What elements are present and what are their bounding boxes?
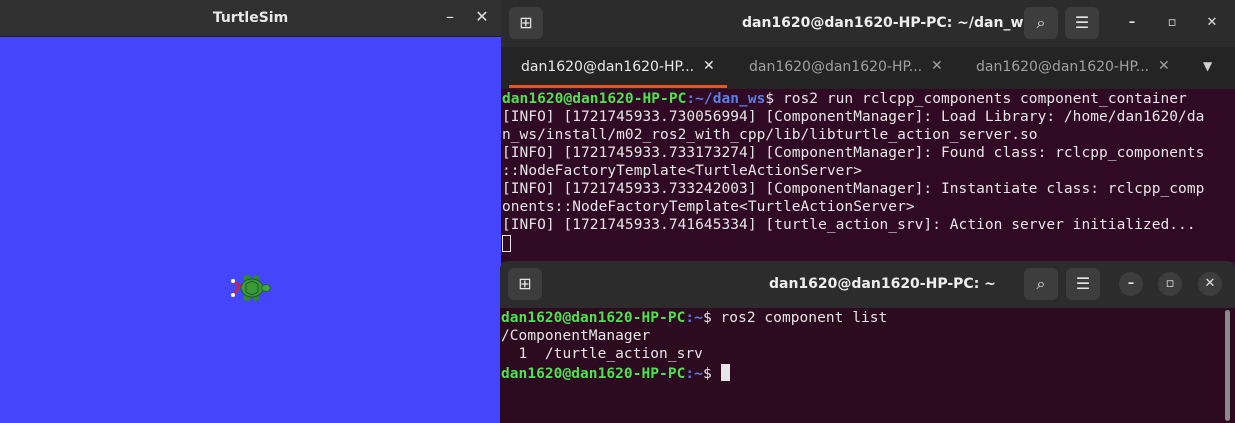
prompt-path: :~ [685, 366, 703, 382]
tab-label: dan1620@dan1620-HP... [749, 59, 923, 75]
turtlesim-close-button[interactable]: ✕ [472, 7, 492, 27]
tab-close-icon[interactable]: ✕ [703, 58, 715, 74]
new-tab-icon: ⊞ [519, 13, 533, 32]
output-line: [INFO] [1721745933.741645334] [turtle_ac… [502, 217, 1196, 233]
tab-1[interactable]: dan1620@dan1620-HP... ✕ [501, 47, 729, 89]
command-text: ros2 run rclcpp_components component_con… [774, 91, 1187, 107]
command-line: dan1620@dan1620-HP-PC:~/dan_ws$ ros2 run… [502, 91, 1187, 107]
tab-2[interactable]: dan1620@dan1620-HP... ✕ [729, 47, 957, 89]
terminal-title: dan1620@dan1620-HP-PC: ~ [769, 276, 996, 292]
tab-list-dropdown-icon[interactable]: ▼ [1203, 59, 1212, 73]
output-line: n_ws/install/m02_ros2_with_cpp/lib/libtu… [502, 127, 1038, 143]
prompt-symbol: $ [702, 310, 712, 326]
hamburger-menu-button[interactable]: ☰ [1066, 268, 1100, 300]
hamburger-menu-icon: ☰ [1075, 274, 1091, 293]
command-line: dan1620@dan1620-HP-PC:~$ ros2 component … [501, 310, 887, 326]
turtlesim-titlebar[interactable]: TurtleSim – ✕ [0, 0, 501, 37]
terminal-output[interactable]: dan1620@dan1620-HP-PC:~$ ros2 component … [500, 308, 1235, 423]
output-line: onents::NodeFactoryTemplate<TurtleAction… [502, 199, 915, 215]
output-line: [INFO] [1721745933.733173274] [Component… [502, 145, 1205, 161]
new-tab-button[interactable]: ⊞ [508, 268, 542, 300]
prompt-symbol: $ [702, 366, 712, 382]
tab-label: dan1620@dan1620-HP... [976, 59, 1150, 75]
search-button[interactable]: ⌕ [1024, 7, 1058, 39]
terminal-title: dan1620@dan1620-HP-PC: ~/dan_ws [742, 15, 1032, 31]
maximize-button[interactable]: ▫ [1158, 272, 1182, 296]
text-cursor [720, 364, 730, 381]
command-text: ros2 component list [711, 310, 888, 326]
close-button[interactable]: ✕ [1198, 272, 1222, 296]
tab-label: dan1620@dan1620-HP... [521, 59, 695, 75]
prompt-symbol: $ [765, 91, 775, 107]
prompt-path: :~/dan_ws [686, 91, 766, 107]
output-line: [INFO] [1721745933.730056994] [Component… [502, 109, 1205, 125]
prompt-line: dan1620@dan1620-HP-PC:~$ [501, 364, 730, 382]
search-icon: ⌕ [1036, 13, 1046, 32]
prompt-user: dan1620@dan1620-HP-PC [501, 366, 686, 382]
active-tab-indicator [509, 85, 727, 88]
tab-bar: dan1620@dan1620-HP... ✕ dan1620@dan1620-… [501, 47, 1235, 89]
tab-3[interactable]: dan1620@dan1620-HP... ✕ [956, 47, 1184, 89]
turtlesim-canvas [0, 37, 501, 423]
output-line: /ComponentManager [501, 328, 651, 344]
turtlesim-minimize-button[interactable]: – [440, 7, 460, 27]
search-icon: ⌕ [1036, 274, 1046, 293]
turtlesim-title: TurtleSim [212, 10, 289, 26]
terminal-header[interactable]: ⊞ dan1620@dan1620-HP-PC: ~/dan_ws ⌕ ☰ – … [501, 0, 1235, 47]
prompt-path: :~ [685, 310, 703, 326]
output-line: [INFO] [1721745933.733242003] [Component… [502, 181, 1205, 197]
turtlesim-window: TurtleSim – ✕ [0, 0, 501, 423]
new-tab-button[interactable]: ⊞ [509, 7, 543, 39]
new-tab-icon: ⊞ [518, 274, 532, 293]
prompt-user: dan1620@dan1620-HP-PC [502, 91, 687, 107]
close-button[interactable]: ✕ [1200, 11, 1224, 35]
minimize-button[interactable]: – [1119, 272, 1143, 296]
tab-close-icon[interactable]: ✕ [931, 58, 943, 74]
output-line: ::NodeFactoryTemplate<TurtleActionServer… [502, 163, 862, 179]
search-button[interactable]: ⌕ [1024, 268, 1058, 300]
turtle-icon [231, 275, 271, 301]
scrollbar[interactable] [1225, 310, 1230, 421]
terminal-window-home: ⊞ dan1620@dan1620-HP-PC: ~ ⌕ ☰ – ▫ ✕ dan… [500, 261, 1235, 423]
minimize-button[interactable]: – [1120, 11, 1144, 35]
terminal-output[interactable]: dan1620@dan1620-HP-PC:~/dan_ws$ ros2 run… [501, 89, 1235, 262]
hamburger-menu-button[interactable]: ☰ [1065, 7, 1099, 39]
hamburger-menu-icon: ☰ [1074, 13, 1090, 32]
prompt-user: dan1620@dan1620-HP-PC [501, 310, 686, 326]
output-line: 1 /turtle_action_srv [501, 346, 703, 362]
terminal-window-dan-ws: ⊞ dan1620@dan1620-HP-PC: ~/dan_ws ⌕ ☰ – … [501, 0, 1235, 262]
cursor-line [502, 235, 511, 253]
text-cursor [502, 235, 511, 252]
tab-close-icon[interactable]: ✕ [1158, 58, 1170, 74]
terminal-header[interactable]: ⊞ dan1620@dan1620-HP-PC: ~ ⌕ ☰ – ▫ ✕ [500, 261, 1235, 308]
maximize-button[interactable]: ▫ [1160, 11, 1184, 35]
